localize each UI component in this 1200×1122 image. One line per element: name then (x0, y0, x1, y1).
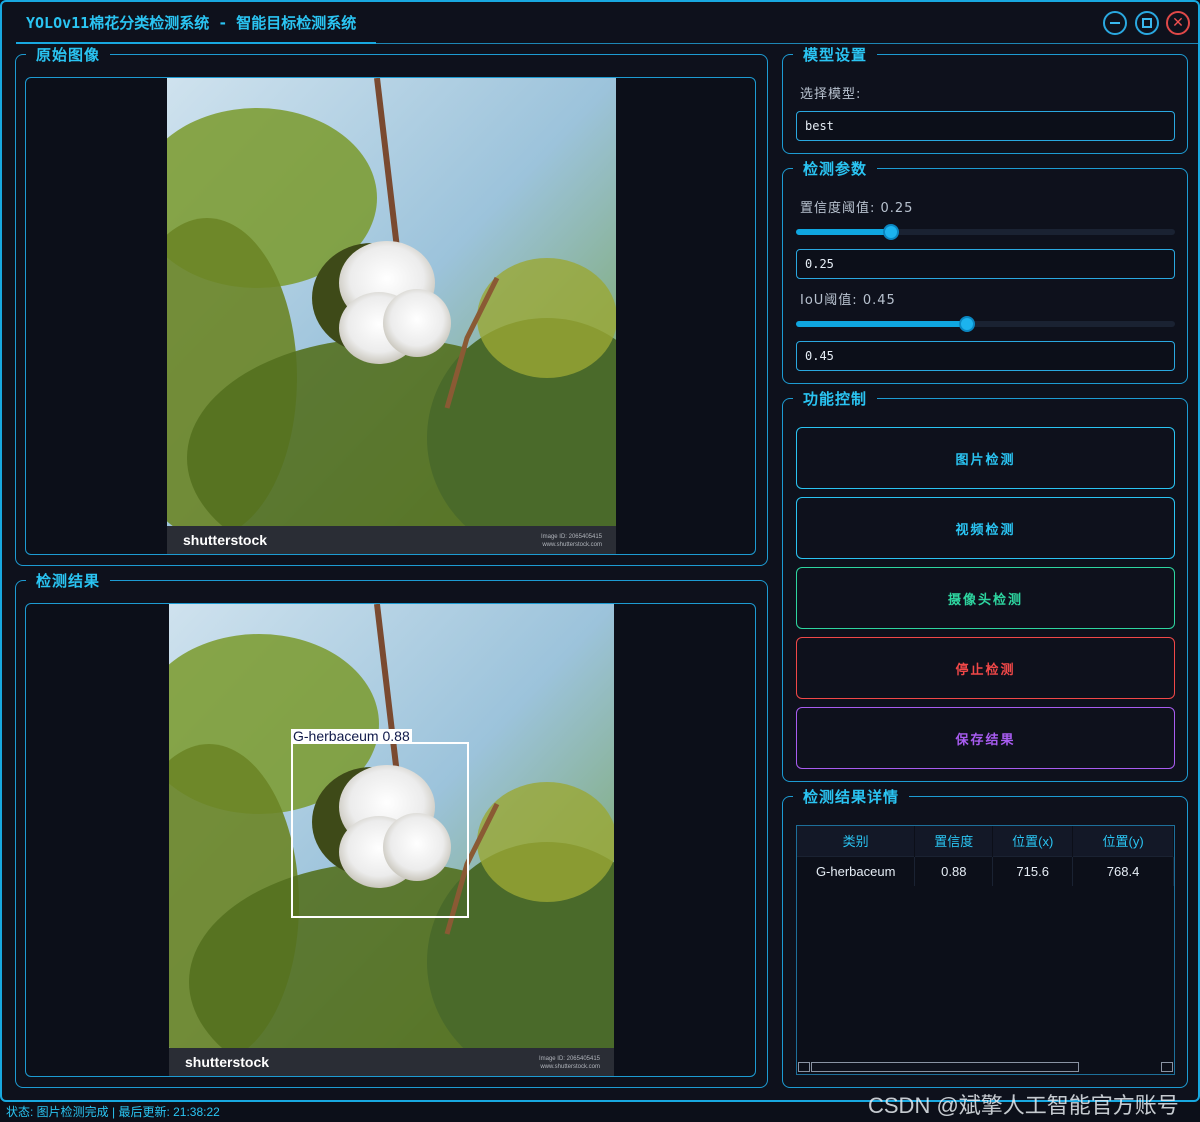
cell-class: G-herbaceum (797, 855, 916, 886)
stock-logo: shutterstock (183, 532, 268, 548)
result-image-frame: G-herbaceum 0.88 shutterstock Image ID: … (25, 603, 756, 1077)
detection-box (291, 742, 469, 918)
scroll-left-arrow[interactable] (798, 1062, 810, 1072)
iou-slider[interactable] (796, 316, 1175, 332)
scrollbar-thumb[interactable] (811, 1062, 1079, 1072)
results-panel: 检测结果详情 类别 置信度 位置(x) 位置(y) G-herbaceum 0.… (782, 787, 1188, 1088)
iou-value-input[interactable]: 0.45 (796, 341, 1175, 371)
detect-params-panel: 检测参数 置信度阈值: 0.25 0.25 IoU阈值: 0.45 0.45 (782, 159, 1188, 384)
results-table-wrap: 类别 置信度 位置(x) 位置(y) G-herbaceum 0.88 715.… (796, 825, 1175, 1075)
save-result-button[interactable]: 保存结果 (796, 707, 1175, 769)
stock-site-result: www.shutterstock.com (540, 1064, 600, 1070)
cotton-photo-result: G-herbaceum 0.88 shutterstock Image ID: … (169, 604, 614, 1076)
conf-slider[interactable] (796, 224, 1175, 240)
minimize-button[interactable] (1103, 11, 1127, 35)
result-image-title: 检测结果 (26, 571, 111, 591)
results-title: 检测结果详情 (793, 787, 910, 807)
video-detect-button[interactable]: 视频检测 (796, 497, 1175, 559)
original-image-title: 原始图像 (26, 45, 111, 65)
model-select[interactable]: best (796, 111, 1175, 141)
iou-slider-handle[interactable] (959, 316, 975, 332)
maximize-icon (1142, 18, 1152, 28)
stock-watermark-bar: shutterstock Image ID: 2065405415 www.shu… (167, 526, 616, 554)
stock-site: www.shutterstock.com (542, 542, 602, 548)
cotton-photo-original: shutterstock Image ID: 2065405415 www.shu… (167, 78, 616, 554)
stock-id-line-result: Image ID: 2065405415 (538, 1056, 600, 1062)
title-divider (376, 43, 1198, 44)
col-header-y[interactable]: 位置(y) (1072, 826, 1174, 856)
stock-id-result: Image ID: 2065405415 www.shutterstock.com (539, 1055, 600, 1071)
original-image-panel: 原始图像 shutterstock Image ID: 2065405415 w… (15, 45, 768, 566)
close-icon: ✕ (1172, 15, 1184, 31)
results-table: 类别 置信度 位置(x) 位置(y) G-herbaceum 0.88 715.… (797, 826, 1174, 886)
horizontal-scrollbar[interactable] (797, 1060, 1174, 1074)
detection-label: G-herbaceum 0.88 (291, 728, 412, 744)
iou-slider-fill (796, 321, 967, 327)
conf-slider-fill (796, 229, 891, 235)
iou-threshold-label: IoU阈值: 0.45 (800, 293, 896, 308)
camera-detect-button[interactable]: 摄像头检测 (796, 567, 1175, 629)
model-settings-title: 模型设置 (793, 45, 878, 65)
image-detect-button[interactable]: 图片检测 (796, 427, 1175, 489)
controls-title: 功能控制 (793, 389, 878, 409)
cell-y: 768.4 (1072, 855, 1174, 886)
stock-logo-result: shutterstock (185, 1054, 270, 1070)
conf-value-input[interactable]: 0.25 (796, 249, 1175, 279)
cotton-photo-drawing (167, 78, 616, 554)
main-window: YOLOv11棉花分类检测系统 - 智能目标检测系统 ✕ 原始图像 shutte… (0, 0, 1200, 1102)
close-button[interactable]: ✕ (1166, 11, 1190, 35)
model-settings-panel: 模型设置 选择模型: best (782, 45, 1188, 154)
table-row[interactable]: G-herbaceum 0.88 715.6 768.4 (797, 855, 1174, 886)
cell-confidence: 0.88 (914, 855, 994, 886)
original-image-frame: shutterstock Image ID: 2065405415 www.shu… (25, 77, 756, 555)
col-header-confidence[interactable]: 置信度 (914, 826, 994, 856)
conf-slider-handle[interactable] (883, 224, 899, 240)
csdn-watermark: CSDN @斌擎人工智能官方账号 (868, 1093, 1179, 1118)
col-header-class[interactable]: 类别 (797, 826, 916, 856)
stock-id: Image ID: 2065405415 www.shutterstock.com (541, 533, 602, 549)
select-model-label: 选择模型: (800, 87, 862, 102)
scroll-right-arrow[interactable] (1161, 1062, 1173, 1072)
title-bar[interactable]: YOLOv11棉花分类检测系统 - 智能目标检测系统 ✕ (2, 2, 1198, 44)
minimize-icon (1110, 22, 1120, 24)
cell-x: 715.6 (992, 855, 1074, 886)
controls-panel: 功能控制 图片检测 视频检测 摄像头检测 停止检测 保存结果 (782, 389, 1188, 782)
title-underline (16, 42, 376, 44)
stock-watermark-bar-result: shutterstock Image ID: 2065405415 www.shu… (169, 1048, 614, 1076)
table-header-row: 类别 置信度 位置(x) 位置(y) (797, 826, 1174, 856)
detect-params-title: 检测参数 (793, 159, 878, 179)
maximize-button[interactable] (1135, 11, 1159, 35)
conf-threshold-label: 置信度阈值: 0.25 (800, 201, 914, 216)
result-image-panel: 检测结果 G-herbaceum 0.88 shutterstock Image… (15, 571, 768, 1088)
stock-id-line: Image ID: 2065405415 (540, 534, 602, 540)
window-title: YOLOv11棉花分类检测系统 - 智能目标检测系统 (26, 14, 357, 32)
col-header-x[interactable]: 位置(x) (992, 826, 1074, 856)
stop-detect-button[interactable]: 停止检测 (796, 637, 1175, 699)
